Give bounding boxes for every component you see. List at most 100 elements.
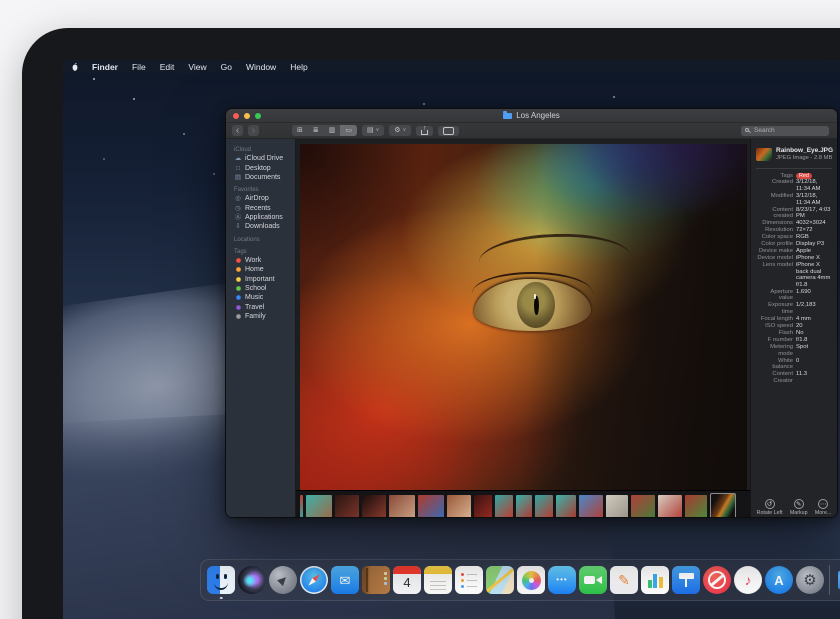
action-more[interactable]: ⋯More...: [815, 499, 831, 517]
metadata-row-white-balance: White balance0: [756, 358, 832, 371]
dock-reminders-icon[interactable]: [455, 566, 483, 594]
share-button[interactable]: ↑: [416, 126, 433, 136]
dock-safari-icon[interactable]: [300, 566, 328, 594]
sidebar-section-header-favorites: Favorites: [226, 182, 295, 194]
back-button[interactable]: ‹: [232, 125, 243, 136]
calendar-icon-art: 4: [393, 574, 421, 592]
action-markup[interactable]: ✎Markup: [790, 499, 808, 517]
sidebar-item-documents[interactable]: ▤Documents: [226, 173, 295, 182]
photo-thumbnail[interactable]: [362, 495, 386, 518]
dock-keynote-icon[interactable]: [672, 566, 700, 594]
photo-thumbnail[interactable]: [606, 495, 628, 518]
dock-maps-icon[interactable]: [486, 566, 514, 594]
sidebar-item-home[interactable]: Home: [226, 265, 295, 274]
metadata-value: 3/12/18, 11:34 AM: [796, 179, 832, 192]
menu-item-view[interactable]: View: [181, 62, 213, 72]
metadata-value: RGB: [796, 234, 832, 241]
zoom-button[interactable]: [255, 113, 261, 119]
sidebar-item-school[interactable]: School: [226, 284, 295, 293]
photo-thumbnail[interactable]: [300, 495, 303, 518]
icon-view-button[interactable]: ⊞: [292, 125, 308, 136]
metadata-label: Content Creator: [756, 371, 793, 384]
sidebar-item-music[interactable]: Music: [226, 293, 295, 302]
sidebar-section-header-locations: Locations: [226, 232, 295, 244]
dock-finder-icon[interactable]: [207, 566, 235, 594]
minimize-button[interactable]: [244, 113, 250, 119]
sidebar-item-label: Home: [245, 266, 264, 273]
sidebar-item-desktop[interactable]: □Desktop: [226, 163, 295, 172]
stars: [93, 78, 95, 80]
column-view-button[interactable]: ▥: [324, 125, 341, 136]
menu-item-edit[interactable]: Edit: [153, 62, 182, 72]
search-input[interactable]: [754, 127, 818, 134]
sidebar-item-label: AirDrop: [245, 195, 269, 202]
photo-thumbnail[interactable]: [535, 495, 553, 518]
dock-messages-icon[interactable]: •••: [548, 566, 576, 594]
dock-facetime-icon[interactable]: [579, 566, 607, 594]
photo-thumbnail[interactable]: [389, 495, 415, 518]
metadata-value: Apple: [796, 248, 832, 255]
dock-downloads-icon[interactable]: [835, 566, 840, 594]
dock-app-store-icon[interactable]: A: [765, 566, 793, 594]
apple-menu-icon[interactable]: [71, 62, 79, 72]
dock-system-preferences-icon[interactable]: ⚙: [796, 566, 824, 594]
menu-item-go[interactable]: Go: [214, 62, 239, 72]
view-mode-control: ⊞ ≣ ▥ ▭: [292, 125, 357, 136]
sidebar-item-work[interactable]: Work: [226, 256, 295, 265]
metadata-label: Exposure time: [756, 302, 793, 315]
sidebar-item-important[interactable]: Important: [226, 274, 295, 283]
dock-launchpad-icon[interactable]: ▶: [269, 566, 297, 594]
photo-thumbnail[interactable]: [516, 495, 532, 518]
photo-thumbnail[interactable]: [306, 495, 332, 518]
gallery-view-button[interactable]: ▭: [340, 125, 357, 136]
window-titlebar[interactable]: Los Angeles: [226, 109, 837, 123]
metadata-label: Metering mode: [756, 344, 793, 357]
dock-calendar-icon[interactable]: 4: [393, 566, 421, 594]
menu-item-file[interactable]: File: [125, 62, 153, 72]
photo-thumbnail[interactable]: [447, 495, 471, 518]
photo-thumbnail[interactable]: [631, 495, 655, 518]
finder-window: Los Angeles ‹ › ⊞ ≣ ▥ ▭ ▤∨ ⚙∨ ↑: [225, 108, 838, 518]
menu-item-help[interactable]: Help: [283, 62, 314, 72]
photo-thumbnail[interactable]: [579, 495, 603, 518]
group-button[interactable]: ▤∨: [362, 125, 384, 136]
sidebar-item-airdrop[interactable]: ◎AirDrop: [226, 194, 295, 203]
action-rotate-left[interactable]: ↺Rotate Left: [757, 499, 783, 517]
menu-item-window[interactable]: Window: [239, 62, 283, 72]
photo-thumbnail[interactable]: [335, 495, 359, 518]
dock-itunes-icon[interactable]: ♪: [734, 566, 762, 594]
dock-contacts-icon[interactable]: [362, 566, 390, 594]
action-label: Markup: [790, 510, 808, 516]
photo-thumbnail[interactable]: [474, 495, 492, 518]
action-menu-button[interactable]: ⚙∨: [389, 125, 411, 136]
photo-thumbnail[interactable]: [418, 495, 444, 518]
photo-thumbnail[interactable]: [658, 495, 682, 518]
sidebar-item-recents[interactable]: ◷Recents: [226, 204, 295, 213]
dock-news-icon[interactable]: [703, 566, 731, 594]
menu-item-finder[interactable]: Finder: [85, 62, 125, 72]
sidebar-item-icloud-drive[interactable]: ☁iCloud Drive: [226, 154, 295, 163]
tags-button[interactable]: [438, 126, 459, 136]
dock-numbers-icon[interactable]: [641, 566, 669, 594]
photo-thumbnail[interactable]: [556, 495, 576, 518]
metadata-rows: TagsRedCreated3/12/18, 11:34 AMModified3…: [756, 173, 832, 385]
sidebar-item-travel[interactable]: Travel: [226, 303, 295, 312]
window-body: iCloud☁iCloud Drive□Desktop▤DocumentsFav…: [226, 139, 837, 518]
photo-thumbnail[interactable]: [710, 493, 736, 518]
dock-notes-icon[interactable]: [424, 566, 452, 594]
list-view-button[interactable]: ≣: [308, 125, 324, 136]
photo-thumbnail[interactable]: [495, 495, 513, 518]
markup-icon: ✎: [794, 499, 804, 509]
photo-thumbnail[interactable]: [685, 495, 707, 518]
dock-siri-icon[interactable]: [238, 566, 266, 594]
sidebar-item-downloads[interactable]: ⇩Downloads: [226, 222, 295, 231]
forward-button[interactable]: ›: [248, 125, 259, 136]
sidebar-item-applications[interactable]: ⒶApplications: [226, 213, 295, 222]
search-field[interactable]: [741, 126, 829, 136]
dock-pages-icon[interactable]: ✎: [610, 566, 638, 594]
sidebar-item-family[interactable]: Family: [226, 312, 295, 321]
close-button[interactable]: [233, 113, 239, 119]
metadata-label: F number: [756, 337, 793, 344]
dock-mail-icon[interactable]: ✉: [331, 566, 359, 594]
dock-photos-icon[interactable]: [517, 566, 545, 594]
